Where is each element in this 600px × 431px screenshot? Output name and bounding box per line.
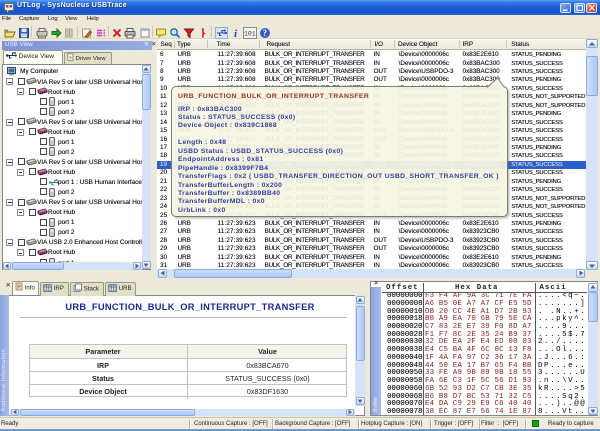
svg-text:i: i <box>234 28 238 39</box>
svg-text:?: ? <box>263 28 268 38</box>
svg-text:101: 101 <box>244 30 256 37</box>
